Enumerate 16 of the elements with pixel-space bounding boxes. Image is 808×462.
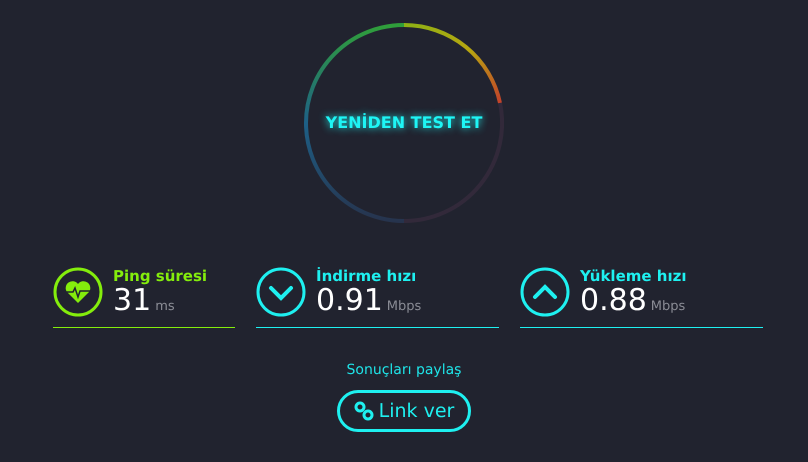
metric-value: 0.88 [580, 285, 647, 317]
metric-value: 31 [113, 285, 152, 317]
chevron-down-icon [256, 267, 306, 317]
share-label: Sonuçları paylaş [346, 362, 462, 378]
heart-pulse-icon [53, 267, 103, 317]
chevron-up-icon [520, 267, 570, 317]
metric-unit: Mbps [650, 299, 686, 314]
retest-button[interactable]: YENİDEN TEST ET [324, 111, 484, 134]
metric-label: Ping süresi [113, 267, 208, 285]
metric-unit: ms [155, 299, 175, 314]
link-icon [354, 401, 374, 421]
metric-value: 0.91 [316, 285, 383, 317]
metric-label: İndirme hızı [316, 267, 418, 285]
metric-unit: Mbps [386, 299, 422, 314]
link-button[interactable]: Link ver [336, 390, 472, 432]
metric-label: Yükleme hızı [580, 267, 686, 285]
